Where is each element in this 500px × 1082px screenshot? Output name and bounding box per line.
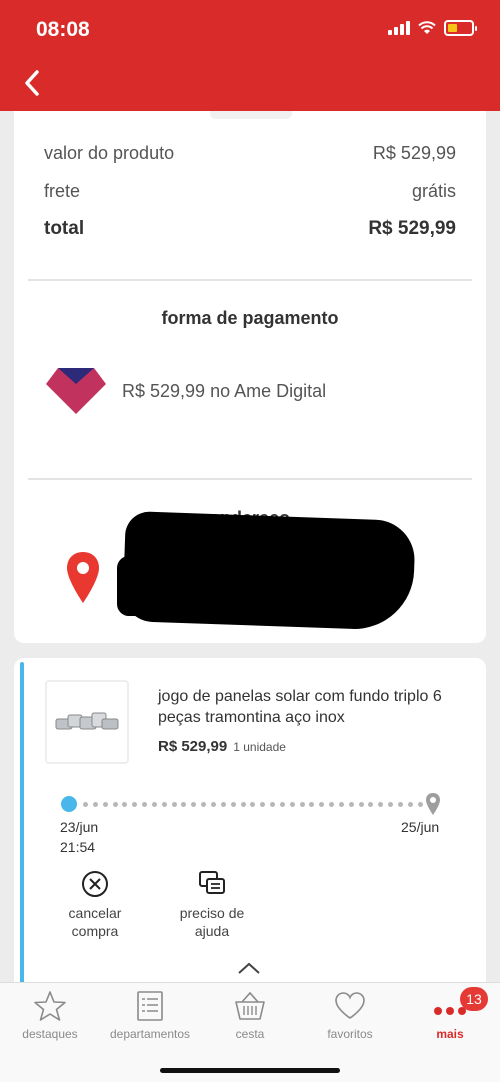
price-line: R$ 529,99 1 unidade (158, 738, 286, 755)
end-date: 25/jun (401, 819, 440, 835)
bottom-tab-bar: destaques departamentos cesta favoritos … (0, 982, 500, 1082)
tab-label: destaques (22, 1027, 78, 1041)
redacted-address (122, 510, 416, 632)
cookware-icon (55, 712, 119, 730)
list-icon (137, 991, 163, 1021)
product-quantity: 1 unidade (233, 740, 286, 754)
total-row: total R$ 529,99 (44, 218, 456, 240)
destination-pin-icon (426, 793, 440, 815)
help-label: ajuda (194, 923, 230, 939)
tab-cesta[interactable]: cesta (200, 989, 300, 1041)
card-tab (210, 111, 292, 119)
divider (28, 279, 472, 281)
top-nav-bar (0, 60, 500, 111)
system-indicators (388, 20, 477, 36)
payment-method-text: R$ 529,99 no Ame Digital (122, 381, 327, 401)
tab-label: favoritos (327, 1027, 373, 1041)
redacted-address (117, 556, 157, 616)
cancel-order-button[interactable]: cancelar compra (52, 870, 138, 940)
wifi-icon (418, 21, 436, 34)
cancel-label: compra (71, 923, 119, 939)
location-pin-icon (67, 552, 99, 603)
status-accent-bar (20, 662, 24, 988)
delivery-timeline (61, 792, 441, 816)
ame-digital-logo-icon (46, 368, 106, 414)
order-item-card: jogo de panelas solar com fundo triplo 6… (14, 658, 486, 988)
product-name[interactable]: jogo de panelas solar com fundo triplo 6… (158, 686, 458, 728)
product-value-amount: R$ 529,99 (372, 143, 456, 163)
product-value-label: valor do produto (44, 143, 175, 163)
total-value: R$ 529,99 (368, 218, 456, 239)
product-thumbnail[interactable] (45, 680, 129, 764)
shipping-label: frete (44, 181, 81, 201)
tab-favoritos[interactable]: favoritos (300, 989, 400, 1041)
tab-mais[interactable]: mais 13 (400, 987, 500, 1041)
status-bar: 08:08 (0, 0, 500, 60)
chat-bubbles-icon (199, 871, 225, 894)
product-value-row: valor do produto R$ 529,99 (44, 143, 456, 164)
chevron-up-icon[interactable] (236, 960, 262, 976)
heart-icon (335, 992, 365, 1019)
start-date: 23/jun 21:54 (60, 817, 98, 857)
tab-label: departamentos (109, 1027, 191, 1041)
order-summary-card: valor do produto R$ 529,99 frete grátis … (14, 111, 486, 643)
divider (28, 478, 472, 480)
star-icon (34, 991, 66, 1021)
payment-title: forma de pagamento (161, 308, 339, 328)
timeline-dots (83, 802, 423, 807)
back-arrow-icon[interactable] (20, 68, 46, 98)
tab-label: mais (436, 1027, 464, 1041)
shipping-value: grátis (411, 181, 456, 201)
close-circle-icon (82, 871, 108, 897)
notification-badge: 13 (460, 987, 488, 1011)
cancel-label: cancelar (68, 905, 122, 921)
total-label: total (44, 218, 85, 239)
shipping-row: frete grátis (44, 181, 456, 202)
basket-icon (235, 991, 265, 1020)
start-date-day: 23/jun (60, 819, 99, 835)
help-button[interactable]: preciso de ajuda (166, 870, 258, 940)
start-date-time: 21:54 (60, 839, 96, 855)
tab-label: cesta (235, 1027, 265, 1041)
home-indicator[interactable] (160, 1068, 340, 1073)
tab-destaques[interactable]: destaques (0, 989, 100, 1041)
timeline-start-dot (61, 796, 77, 812)
signal-icon (388, 21, 410, 35)
tab-departamentos[interactable]: departamentos (100, 989, 200, 1041)
battery-icon (444, 20, 477, 36)
help-label: preciso de (179, 905, 245, 921)
clock: 08:08 (36, 18, 90, 41)
product-price: R$ 529,99 (158, 738, 228, 755)
